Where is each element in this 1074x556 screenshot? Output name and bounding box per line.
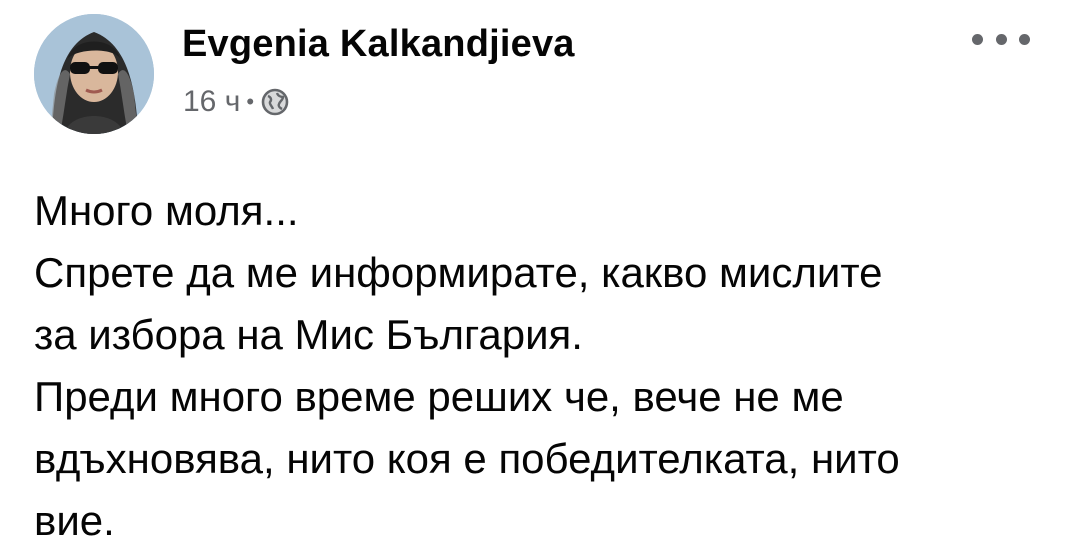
more-dots-icon: [972, 33, 983, 45]
avatar-photo: [34, 14, 154, 134]
post-timestamp[interactable]: 16 ч: [183, 85, 240, 119]
post-text: Много моля... Спрете да ме информирате, …: [34, 180, 1044, 552]
post-text-line: Много моля...: [34, 187, 299, 234]
avatar[interactable]: [34, 14, 154, 134]
post-text-line: Преди много време реших че, вече не ме: [34, 373, 844, 420]
author-name[interactable]: Evgenia Kalkandjieva: [182, 20, 575, 68]
post-text-line: за избора на Мис България.: [34, 311, 583, 358]
globe-icon[interactable]: [260, 87, 290, 117]
post-text-line: Спрете да ме информирате, какво мислите: [34, 249, 883, 296]
post-text-line: вдъхновява, нито коя е победителката, ни…: [34, 435, 900, 482]
facebook-post: Evgenia Kalkandjieva 16 ч • Много моля..…: [0, 0, 1074, 556]
more-options-button[interactable]: [972, 26, 1030, 52]
meta-separator: •: [246, 89, 255, 114]
post-meta: 16 ч •: [183, 80, 290, 124]
post-text-line: вие.: [34, 497, 115, 544]
